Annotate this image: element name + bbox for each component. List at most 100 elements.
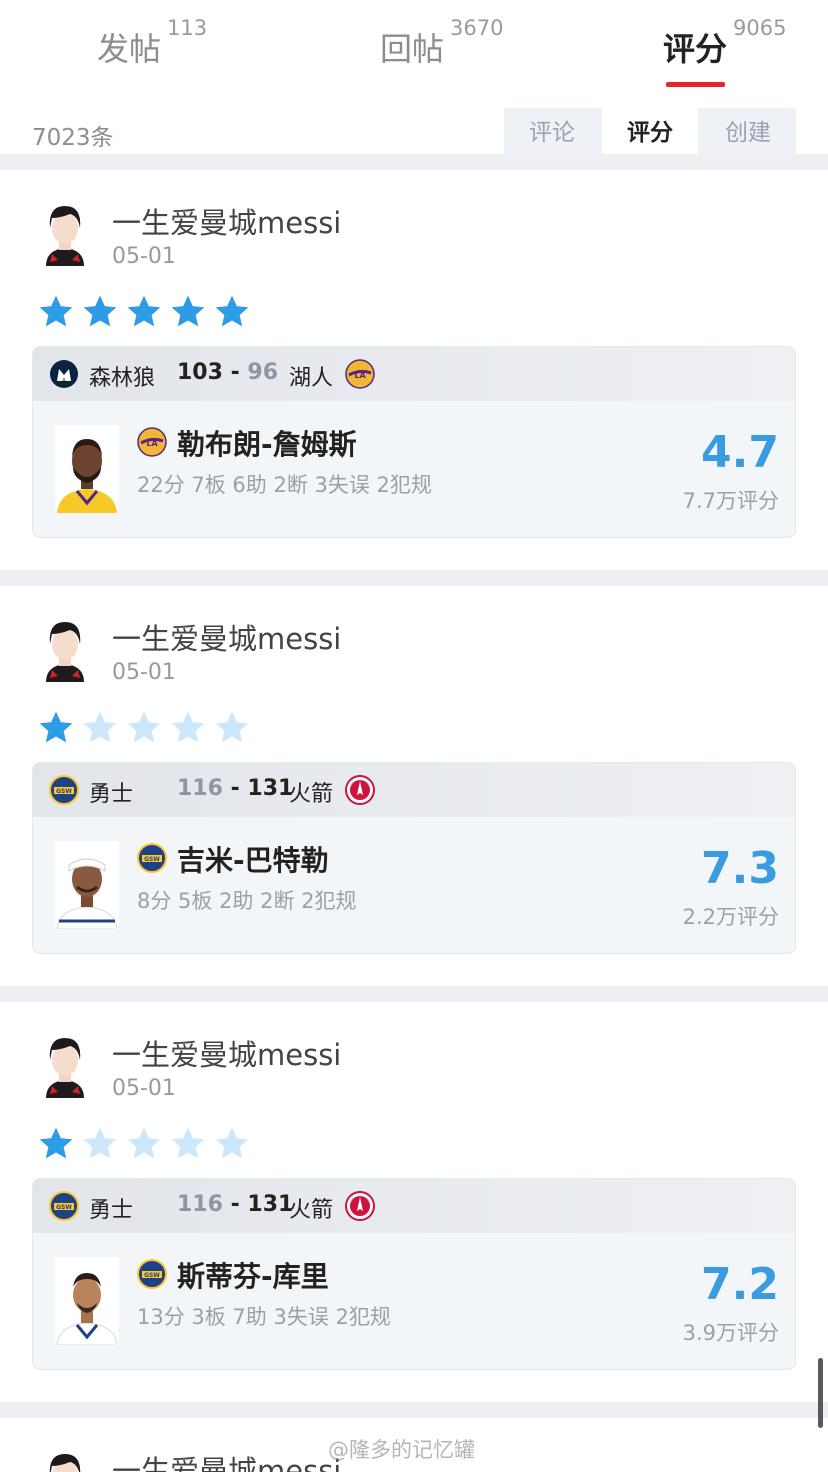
game-score: 116 - 131 <box>177 1192 294 1217</box>
rockets-logo-icon <box>345 775 375 805</box>
away-score: 131 <box>247 1192 294 1217</box>
divider <box>0 1402 828 1418</box>
game-score-header[interactable]: GSW 勇士 116 - 131 火箭 <box>33 1179 795 1233</box>
svg-text:GSW: GSW <box>144 856 160 863</box>
filter-bar: 7023条 评论 评分 创建 <box>0 104 828 158</box>
away-team-name: 湖人 <box>289 366 334 391</box>
top-tabs: 发帖 113 回帖 3670 评分 9065 <box>0 0 828 100</box>
home-team-name: 勇士 <box>89 1198 134 1223</box>
tab-posts-count: 113 <box>167 16 208 40</box>
filter-segmented-control: 评论 评分 创建 <box>504 108 796 158</box>
star-empty-icon <box>168 1124 208 1164</box>
rating-card[interactable]: 一生爱曼城messi 05-01 森林狼 103 - 96 湖人 LA LA 勒布朗-詹姆斯 2… <box>0 170 828 570</box>
user-avatar[interactable] <box>40 616 90 682</box>
game-rating-panel[interactable]: 森林狼 103 - 96 湖人 LA LA 勒布朗-詹姆斯 22分 7板 6助 2断 3失误… <box>32 346 796 538</box>
tab-replies-label: 回帖 <box>380 30 445 68</box>
player-name[interactable]: 斯蒂芬-库里 <box>177 1255 329 1295</box>
away-team-name: 火箭 <box>289 1198 334 1223</box>
user-avatar[interactable] <box>40 200 90 266</box>
svg-text:LA: LA <box>354 371 366 380</box>
filter-comments[interactable]: 评论 <box>504 108 600 158</box>
game-rating-panel[interactable]: GSW 勇士 116 - 131 火箭 GSW 吉米-巴特勒 8分 5板 2助 2断 2犯规… <box>32 762 796 954</box>
star-empty-icon <box>124 1124 164 1164</box>
game-score: 116 - 131 <box>177 776 294 801</box>
post-date: 05-01 <box>112 244 176 269</box>
game-rating-panel[interactable]: GSW 勇士 116 - 131 火箭 GSW 斯蒂芬-库里 13分 3板 7助 3失误 2… <box>32 1178 796 1370</box>
warriors-logo-icon: GSW <box>49 775 79 805</box>
rating-card[interactable]: 一生爱曼城messi 05-01 GSW 勇士 116 - 131 火箭 GSW 斯蒂芬-库里… <box>0 1002 828 1402</box>
star-empty-icon <box>212 1124 252 1164</box>
lakers-logo-icon: LA <box>345 359 375 389</box>
star-rating <box>36 1124 256 1164</box>
tab-replies-count: 3670 <box>450 16 504 40</box>
home-team-name: 森林狼 <box>89 366 156 391</box>
svg-text:GSW: GSW <box>144 1272 160 1279</box>
star-empty-icon <box>212 708 252 748</box>
total-count: 7023条 <box>32 125 114 151</box>
scrollbar[interactable] <box>818 1358 823 1428</box>
star-filled-icon <box>36 292 76 332</box>
divider <box>0 570 828 586</box>
divider <box>0 154 828 170</box>
star-filled-icon <box>124 292 164 332</box>
username[interactable]: 一生爱曼城messi <box>112 1032 341 1074</box>
star-empty-icon <box>168 708 208 748</box>
player-name[interactable]: 勒布朗-詹姆斯 <box>177 423 357 463</box>
star-filled-icon <box>36 708 76 748</box>
star-rating <box>36 292 256 332</box>
away-score: 131 <box>247 776 294 801</box>
star-empty-icon <box>80 708 120 748</box>
filter-created[interactable]: 创建 <box>700 108 796 158</box>
svg-text:GSW: GSW <box>56 788 72 795</box>
star-empty-icon <box>80 1124 120 1164</box>
game-score-header[interactable]: GSW 勇士 116 - 131 火箭 <box>33 763 795 817</box>
player-stats: 13分 3板 7助 3失误 2犯规 <box>137 1305 391 1329</box>
divider <box>0 986 828 1002</box>
user-avatar[interactable] <box>40 1032 90 1098</box>
rating-count: 2.2万评分 <box>682 905 779 929</box>
home-team-name: 勇士 <box>89 782 134 807</box>
star-filled-icon <box>36 1124 76 1164</box>
player-stats: 8分 5板 2助 2断 2犯规 <box>137 889 357 913</box>
home-score: 116 <box>177 776 223 801</box>
user-avatar[interactable] <box>40 1448 90 1472</box>
rockets-logo-icon <box>345 1191 375 1221</box>
tab-ratings[interactable]: 评分 9065 <box>663 16 786 70</box>
home-score: 103 <box>177 360 223 385</box>
username[interactable]: 一生爱曼城messi <box>112 1448 341 1472</box>
home-score: 116 <box>177 1192 223 1217</box>
player-rating-score: 7.3 <box>701 843 779 894</box>
post-date: 05-01 <box>112 1076 176 1101</box>
away-team-name: 火箭 <box>289 782 334 807</box>
player-stats: 22分 7板 6助 2断 3失误 2犯规 <box>137 473 432 497</box>
post-date: 05-01 <box>112 660 176 685</box>
game-score-header[interactable]: 森林狼 103 - 96 湖人 LA <box>33 347 795 401</box>
player-rating-score: 4.7 <box>701 427 779 478</box>
filter-ratings[interactable]: 评分 <box>602 108 698 158</box>
tab-ratings-count: 9065 <box>733 16 787 40</box>
player-photo[interactable] <box>55 1257 119 1345</box>
svg-text:GSW: GSW <box>56 1204 72 1211</box>
rating-count: 3.9万评分 <box>682 1321 779 1345</box>
active-tab-indicator <box>666 82 725 87</box>
player-photo[interactable] <box>55 841 119 929</box>
tab-posts-label: 发帖 <box>97 30 162 68</box>
username[interactable]: 一生爱曼城messi <box>112 616 341 658</box>
away-score: 96 <box>247 360 279 385</box>
svg-text:LA: LA <box>146 439 158 448</box>
username[interactable]: 一生爱曼城messi <box>112 200 341 242</box>
tab-posts[interactable]: 发帖 113 <box>97 16 207 70</box>
game-score: 103 - 96 <box>177 360 279 385</box>
player-team-logo-icon: GSW <box>137 1259 167 1289</box>
watermark: @隆多的记忆罐 <box>328 1438 475 1462</box>
star-filled-icon <box>168 292 208 332</box>
rating-card[interactable]: 一生爱曼城messi 05-01 GSW 勇士 116 - 131 火箭 GSW 吉米-巴特勒… <box>0 586 828 986</box>
player-photo[interactable] <box>55 425 119 513</box>
player-name[interactable]: 吉米-巴特勒 <box>177 839 329 879</box>
star-filled-icon <box>80 292 120 332</box>
star-empty-icon <box>124 708 164 748</box>
star-rating <box>36 708 256 748</box>
warriors-logo-icon: GSW <box>49 1191 79 1221</box>
tab-ratings-label: 评分 <box>663 30 728 68</box>
tab-replies[interactable]: 回帖 3670 <box>380 16 503 70</box>
